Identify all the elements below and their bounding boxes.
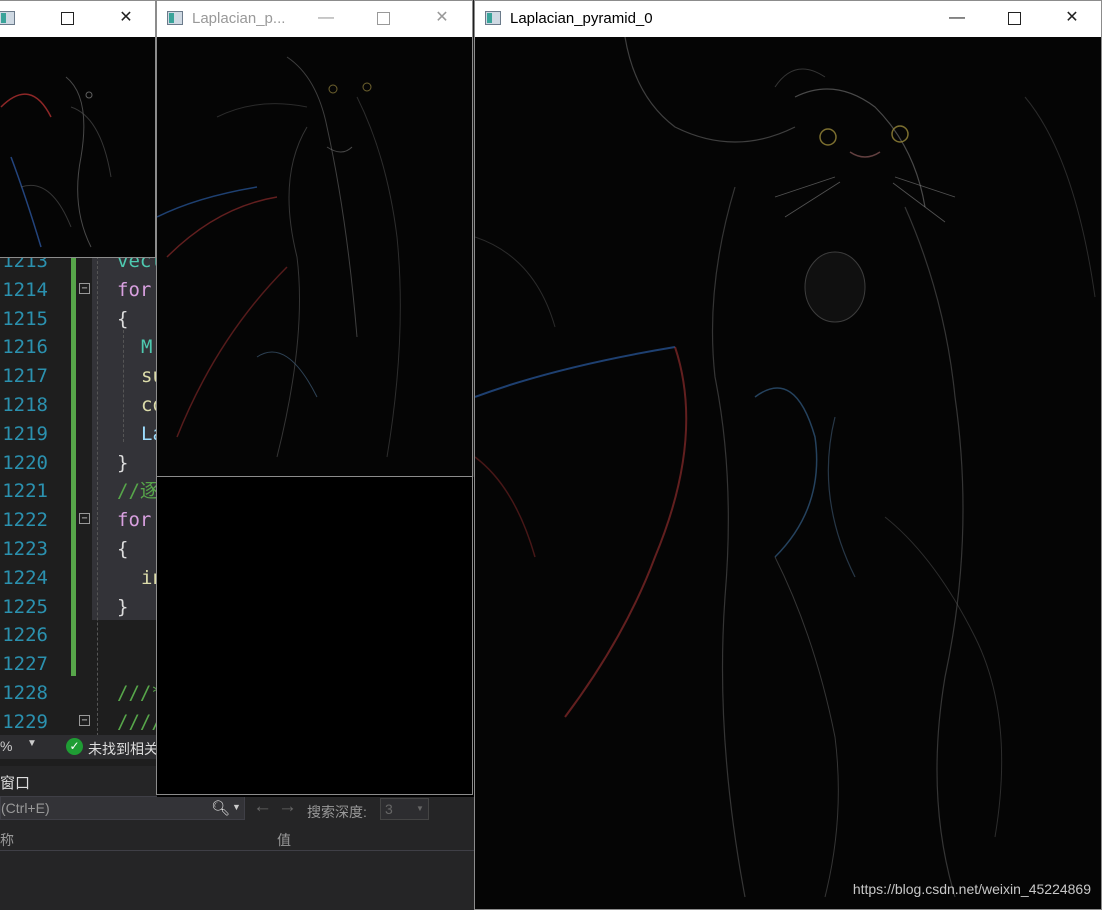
minimize-button[interactable]: —: [928, 1, 986, 37]
line-number: 1219: [2, 422, 48, 445]
line-number: 1224: [2, 566, 48, 589]
code-text: {: [117, 538, 129, 560]
maximize-icon: [376, 12, 390, 25]
maximize-icon: [1007, 12, 1021, 25]
line-number: 1221: [2, 480, 48, 503]
editor-status-bar: % ▼ ✓ 未找到相关: [0, 735, 160, 759]
maximize-button[interactable]: [354, 1, 412, 37]
window-title: Laplacian_pyramid_0: [510, 10, 653, 27]
opencv-window-laplacian-p[interactable]: Laplacian_p... — ✕: [156, 0, 474, 797]
app-icon: [167, 11, 183, 25]
column-header-name[interactable]: 称: [0, 830, 14, 850]
line-number: 1223: [2, 538, 48, 560]
laplacian-image: [157, 56, 401, 458]
check-icon: ✓: [66, 738, 83, 755]
search-placeholder: (Ctrl+E): [1, 800, 50, 816]
line-number: 1225: [2, 595, 48, 618]
zoom-level[interactable]: %: [0, 738, 12, 754]
laplacian-image: [0, 76, 112, 248]
watermark: https://blog.csdn.net/weixin_45224869: [852, 881, 1091, 897]
divider: [0, 850, 480, 851]
code-text: {: [117, 307, 129, 330]
line-number: 1216: [2, 336, 48, 359]
panel-title: 窗口: [0, 775, 31, 792]
code-text: //逐: [117, 480, 159, 503]
code-text: M: [141, 336, 153, 359]
back-arrow-icon[interactable]: ←: [253, 796, 272, 818]
issues-status[interactable]: 未找到相关: [88, 739, 158, 759]
line-number: 1220: [2, 451, 48, 474]
line-number: 1226: [2, 624, 48, 647]
image-canvas: [0, 37, 155, 257]
window-titlebar[interactable]: Laplacian_p... — ✕: [157, 1, 472, 37]
search-depth-select[interactable]: 3 ▼: [380, 798, 429, 820]
code-text: }: [117, 451, 129, 474]
line-number: 1217: [2, 365, 48, 388]
window-extension: [156, 477, 473, 795]
chevron-down-icon[interactable]: ▼: [232, 802, 241, 812]
search-input[interactable]: (Ctrl+E) 🔍︎ ▼: [0, 796, 245, 820]
app-icon: [485, 11, 501, 25]
minimize-button[interactable]: —: [297, 1, 355, 37]
line-number: 1214: [2, 278, 48, 301]
forward-arrow-icon[interactable]: →: [278, 796, 297, 818]
line-number: 1229: [2, 710, 48, 733]
search-depth-value: 3: [385, 801, 393, 817]
image-canvas: https://blog.csdn.net/weixin_45224869: [475, 37, 1101, 909]
close-button[interactable]: ✕: [98, 1, 154, 37]
window-titlebar[interactable]: ✕: [0, 1, 155, 37]
chevron-down-icon: ▼: [416, 804, 424, 813]
app-icon: [0, 11, 15, 25]
opencv-window-small[interactable]: ✕: [0, 0, 156, 258]
line-number: 1218: [2, 394, 48, 416]
close-button[interactable]: ✕: [413, 1, 471, 37]
search-depth-label: 搜索深度:: [307, 804, 367, 820]
chevron-down-icon[interactable]: ▼: [27, 738, 37, 749]
window-titlebar[interactable]: Laplacian_pyramid_0 — ✕: [475, 1, 1101, 37]
maximize-icon: [60, 12, 74, 25]
line-number: 1222: [2, 509, 48, 532]
opencv-window-laplacian-pyramid-0[interactable]: Laplacian_pyramid_0 — ✕ https://blog.csd…: [474, 0, 1102, 910]
laplacian-image: [475, 37, 1096, 898]
close-button[interactable]: ✕: [1043, 1, 1101, 37]
line-number: 1228: [2, 682, 48, 704]
maximize-button[interactable]: [39, 1, 95, 37]
line-number: 1227: [2, 653, 48, 676]
window-title: Laplacian_p...: [192, 10, 286, 27]
line-number: 1215: [2, 307, 48, 330]
column-header-value[interactable]: 值: [277, 830, 291, 850]
search-icon[interactable]: 🔍︎: [211, 799, 230, 817]
maximize-button[interactable]: [985, 1, 1043, 37]
code-text: }: [117, 595, 129, 618]
image-canvas: [157, 37, 472, 476]
